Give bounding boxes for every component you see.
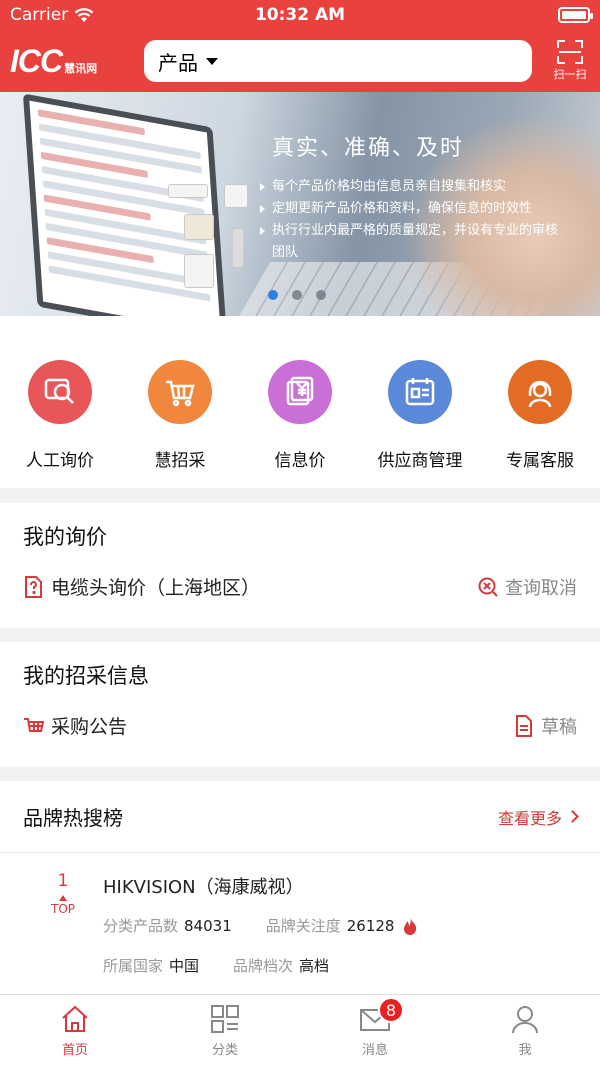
brand-list-item[interactable]: 1 TOP HIKVISION（海康威视） 分类产品数 84031 品牌关注度 26…	[0, 853, 600, 993]
banner-title: 真实、准确、及时	[272, 136, 465, 161]
inquiry-magnifier-icon	[28, 360, 92, 424]
battery-icon	[558, 7, 593, 23]
my-inquiry-row[interactable]: 电缆头询价（上海地区） 查询取消	[0, 573, 600, 600]
hot-brands-title: 品牌热搜榜	[23, 806, 123, 830]
view-more-label: 查看更多	[497, 808, 562, 828]
page-dot-active[interactable]	[268, 290, 278, 300]
tab-me[interactable]: 我	[450, 995, 600, 1067]
quick-actions: 人工询价 慧招采 信息价 供应商管理 专属客服	[0, 316, 600, 488]
inquiry-item[interactable]: 电缆头询价（上海地区）	[23, 573, 260, 600]
quick-action-manual-inquiry[interactable]: 人工询价	[0, 360, 120, 488]
category-grid-icon	[211, 1005, 239, 1033]
rank-up-icon	[59, 895, 67, 901]
status-bar: Carrier 10:32 AM	[0, 0, 600, 30]
view-more-link[interactable]: 查看更多	[497, 805, 579, 829]
app-header: ICC 慧讯网 产品 扫一扫	[0, 30, 600, 92]
tab-messages[interactable]: 8 消息	[300, 995, 450, 1067]
my-inquiry-card: 我的询价 电缆头询价（上海地区） 查询取消	[0, 503, 600, 628]
search-category-select[interactable]: 产品	[158, 47, 198, 76]
procurement-item-label: 采购公告	[51, 716, 128, 738]
procurement-item[interactable]: 采购公告	[23, 712, 127, 739]
quick-action-label: 慧招采	[154, 451, 206, 471]
page-dot[interactable]	[316, 290, 326, 300]
my-inquiry-title: 我的询价	[23, 525, 107, 549]
brand-rank: 1 TOP	[38, 871, 88, 916]
hot-brands-header: 品牌热搜榜 查看更多	[0, 781, 600, 853]
tab-messages-label: 消息	[361, 1043, 388, 1058]
door-handle-illustration	[232, 228, 244, 268]
draft-button[interactable]: 草稿	[515, 713, 577, 739]
wifi-icon	[74, 7, 94, 22]
air-conditioner-illustration	[168, 184, 208, 198]
price-document-icon	[268, 360, 332, 424]
user-icon	[512, 1006, 538, 1033]
tab-home[interactable]: 首页	[0, 995, 150, 1067]
brand-product-count: 分类产品数 84031	[103, 917, 232, 935]
inquiry-doc-icon	[25, 575, 42, 598]
carrier-label: Carrier	[10, 5, 69, 25]
hot-brands-card: 品牌热搜榜 查看更多 1 TOP HIKVISION（海康威视） 分类产品数 84…	[0, 781, 600, 994]
banner-bullet: 每个产品价格均由信息员亲自搜集和核实	[260, 176, 570, 198]
inquiry-item-label: 电缆头询价（上海地区）	[51, 577, 261, 599]
quick-action-customer-service[interactable]: 专属客服	[480, 360, 600, 488]
banner-pagination[interactable]	[268, 290, 326, 300]
app-logo: ICC 慧讯网	[10, 43, 130, 80]
logo-text: ICC	[10, 42, 63, 79]
switch-box-illustration	[184, 254, 214, 288]
brand-attention: 品牌关注度 26128	[266, 915, 419, 936]
cancel-circle-icon	[478, 577, 498, 597]
top-bar: Carrier 10:32 AM ICC 慧讯网 产品 扫一扫	[0, 0, 600, 92]
my-procurement-card: 我的招采信息 采购公告 草稿	[0, 642, 600, 767]
brand-rank-number: 1	[57, 871, 69, 891]
quick-action-procurement[interactable]: 慧招采	[120, 360, 240, 488]
brand-info: 所属国家 中国 品牌档次 高档	[103, 955, 329, 976]
my-procurement-row[interactable]: 采购公告 草稿	[0, 712, 600, 739]
search-bar[interactable]: 产品	[144, 40, 532, 82]
tab-me-label: 我	[518, 1043, 532, 1058]
cancel-inquiry-label: 查询取消	[505, 577, 577, 599]
tab-home-label: 首页	[61, 1043, 88, 1058]
quick-action-label: 人工询价	[26, 451, 94, 471]
brand-grade: 品牌档次 高档	[233, 957, 330, 975]
tile-illustration	[184, 214, 214, 240]
socket-illustration	[224, 184, 248, 208]
brand-rank-tag: TOP	[50, 902, 75, 916]
basket-icon	[24, 717, 45, 732]
draft-label: 草稿	[541, 716, 577, 738]
logo-subtext: 慧讯网	[64, 61, 98, 75]
brand-name: HIKVISION（海康威视）	[103, 877, 304, 898]
banner-text: 真实、准确、及时 每个产品价格均由信息员亲自搜集和核实 定期更新产品价格和资料，…	[260, 130, 570, 264]
cancel-inquiry-button[interactable]: 查询取消	[477, 574, 577, 600]
promo-banner[interactable]: 真实、准确、及时 每个产品价格均由信息员亲自搜集和核实 定期更新产品价格和资料，…	[0, 92, 600, 316]
tab-category[interactable]: 分类	[150, 995, 300, 1067]
flame-icon	[404, 916, 417, 935]
brand-country: 所属国家 中国	[103, 957, 200, 975]
home-icon	[62, 1005, 88, 1032]
quick-action-label: 信息价	[274, 451, 326, 471]
banner-bullets: 每个产品价格均由信息员亲自搜集和核实 定期更新产品价格和资料，确保信息的时效性 …	[260, 176, 570, 264]
scan-icon	[557, 40, 583, 64]
draft-doc-icon	[516, 714, 532, 737]
quick-action-label: 专属客服	[506, 451, 574, 471]
carrier-group: Carrier	[10, 5, 94, 25]
shopping-basket-icon	[148, 360, 212, 424]
calendar-card-icon	[388, 360, 452, 424]
tab-category-label: 分类	[211, 1043, 238, 1058]
banner-bullet: 执行行业内最严格的质量规定，并设有专业的审核团队	[260, 220, 570, 264]
scan-label: 扫一扫	[553, 68, 587, 81]
bottom-tab-bar: 首页 分类 8 消息 我	[0, 994, 600, 1067]
banner-bullet: 定期更新产品价格和资料，确保信息的时效性	[260, 198, 570, 220]
chevron-right-icon	[566, 810, 579, 823]
quick-action-supplier-management[interactable]: 供应商管理	[360, 360, 480, 488]
brand-stats: 分类产品数 84031 品牌关注度 26128	[103, 915, 418, 936]
unread-badge: 8	[378, 997, 404, 1023]
scan-button[interactable]: 扫一扫	[550, 40, 590, 82]
headset-agent-icon	[508, 360, 572, 424]
page-dot[interactable]	[292, 290, 302, 300]
caret-down-icon	[206, 57, 218, 65]
quick-action-label: 供应商管理	[377, 451, 463, 471]
my-procurement-title: 我的招采信息	[23, 664, 149, 688]
quick-action-info-price[interactable]: 信息价	[240, 360, 360, 488]
